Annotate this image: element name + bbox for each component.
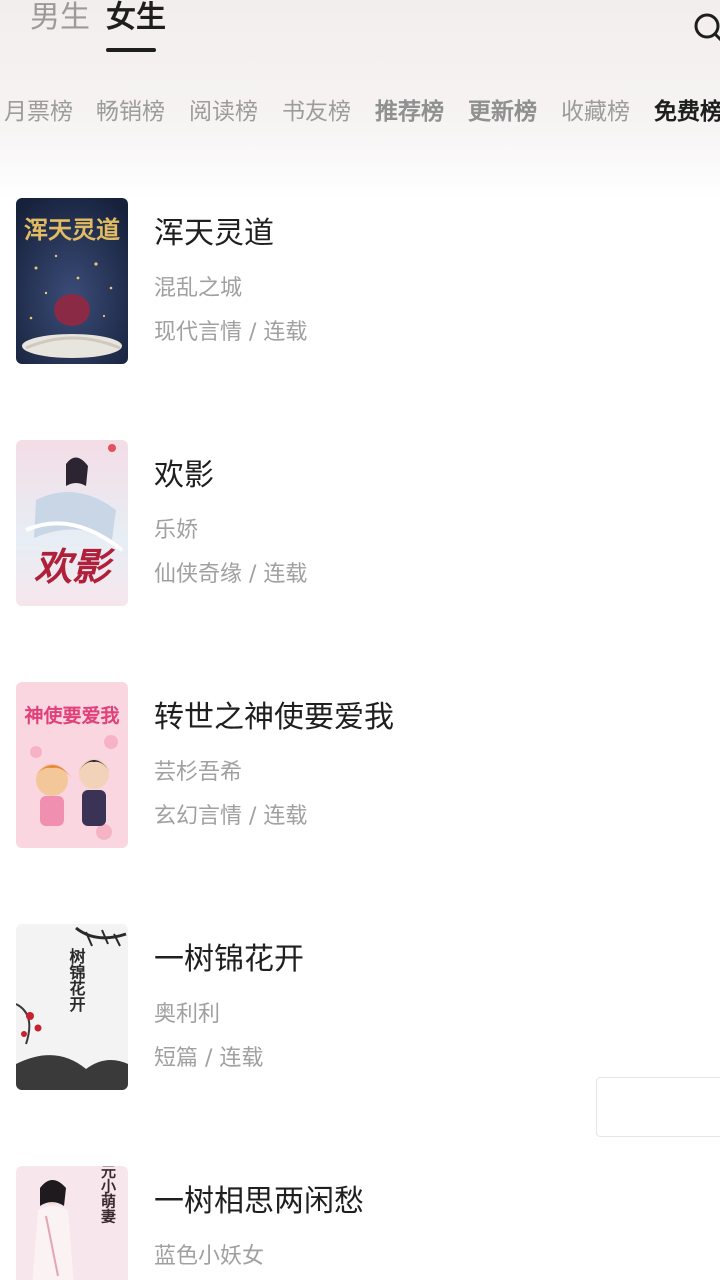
book-cover: 浑天灵道 <box>16 198 128 364</box>
book-cover: 神使要爱我 <box>16 682 128 848</box>
search-icon <box>694 13 720 42</box>
rank-tab-updated[interactable]: 更新榜 <box>468 92 537 132</box>
page: 男生 女生 月票榜 畅销榜 阅读榜 书友榜 推荐榜 更新榜 收藏榜 免费榜 浑天… <box>0 0 720 1280</box>
book-category-status: 短篇 / 连载 <box>154 1046 264 1071</box>
book-item[interactable]: 神使要爱我 转世之神使要爱我 芸杉吾希 玄幻言情 / 连载 <box>0 682 720 852</box>
book-title: 浑天灵道 <box>154 216 274 251</box>
floating-panel[interactable] <box>596 1077 720 1137</box>
book-cover: 状元小萌妻 <box>16 1166 128 1280</box>
rank-tab-favorites[interactable]: 收藏榜 <box>561 92 630 132</box>
rank-tab-bestseller[interactable]: 畅销榜 <box>96 92 165 132</box>
cover-title-text: 状元小萌妻 <box>99 1166 117 1225</box>
active-tab-indicator <box>106 48 156 52</box>
rank-tabs: 月票榜 畅销榜 阅读榜 书友榜 推荐榜 更新榜 收藏榜 免费榜 <box>0 92 720 136</box>
book-category-status: 玄幻言情 / 连载 <box>154 804 308 829</box>
tab-male[interactable]: 男生 <box>30 0 90 36</box>
gender-tabs: 男生 女生 <box>0 0 720 60</box>
book-item[interactable]: 浑天灵道 浑天灵道 混乱之城 现代言情 / 连载 <box>0 198 720 368</box>
book-cover: 欢影 <box>16 440 128 606</box>
cover-title-text: 浑天灵道 <box>24 215 120 244</box>
book-title: 一树相思两闲愁 <box>154 1184 364 1219</box>
book-item[interactable]: 欢影 欢影 乐娇 仙侠奇缘 / 连载 <box>0 440 720 610</box>
book-author: 混乱之城 <box>154 276 243 301</box>
book-cover: 树锦花开 <box>16 924 128 1090</box>
cover-title-text: 欢影 <box>34 544 116 589</box>
book-item[interactable]: 树锦花开 一树锦花开 奥利利 短篇 / 连载 <box>0 924 720 1094</box>
rank-tab-reader-friends[interactable]: 书友榜 <box>282 92 351 132</box>
rank-tab-monthly-votes[interactable]: 月票榜 <box>4 92 73 132</box>
book-author: 乐娇 <box>154 518 199 543</box>
rank-tab-free[interactable]: 免费榜 <box>654 92 720 132</box>
book-category-status: 仙侠奇缘 / 连载 <box>154 562 308 587</box>
book-title: 欢影 <box>154 458 214 493</box>
tab-female[interactable]: 女生 <box>106 0 166 36</box>
book-title: 一树锦花开 <box>154 942 304 977</box>
book-author: 芸杉吾希 <box>154 760 243 785</box>
book-item[interactable]: 状元小萌妻 一树相思两闲愁 蓝色小妖女 <box>0 1166 720 1280</box>
search-button[interactable] <box>690 10 720 46</box>
book-author: 蓝色小妖女 <box>154 1244 265 1269</box>
rank-tab-reading[interactable]: 阅读榜 <box>189 92 258 132</box>
rank-tab-recommended[interactable]: 推荐榜 <box>375 92 444 132</box>
book-title: 转世之神使要爱我 <box>154 700 394 735</box>
cover-title-text: 树锦花开 <box>67 947 86 1013</box>
book-author: 奥利利 <box>154 1002 221 1027</box>
book-category-status: 现代言情 / 连载 <box>154 320 308 345</box>
cover-title-text: 神使要爱我 <box>24 704 119 727</box>
